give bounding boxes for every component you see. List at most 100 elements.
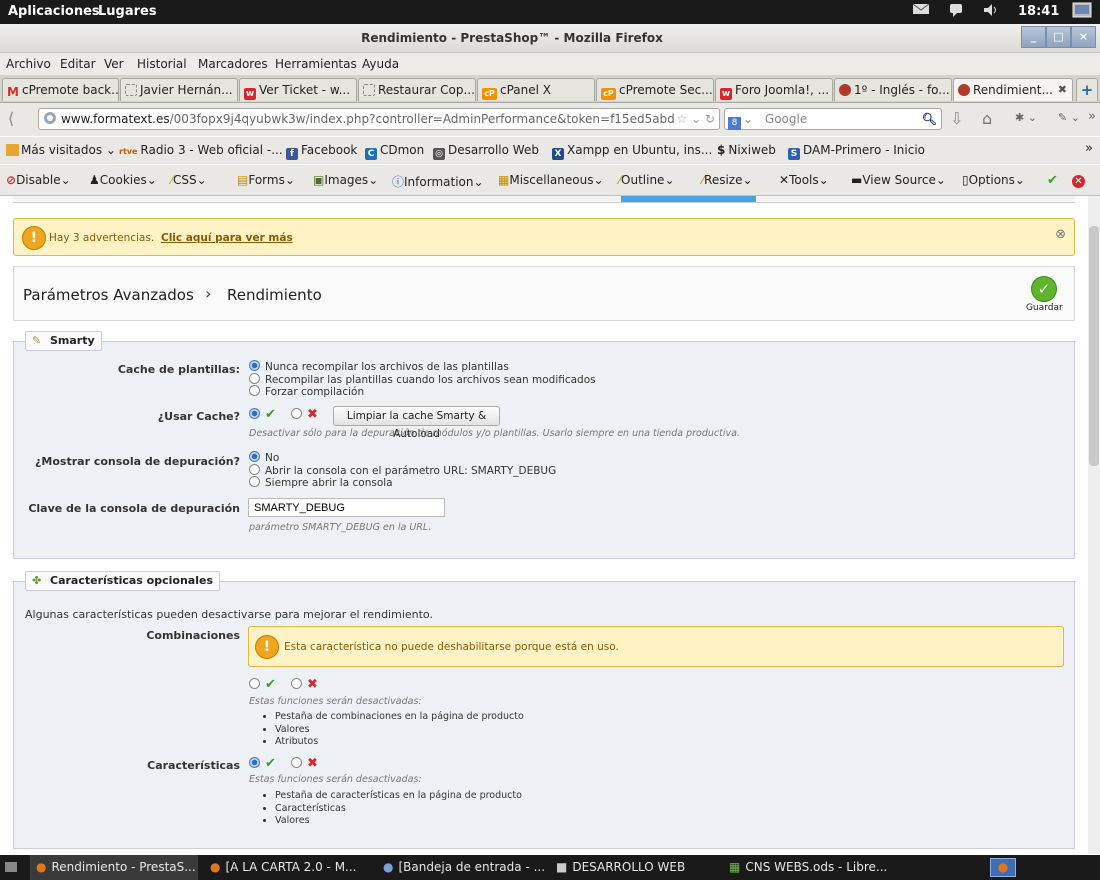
radio-button[interactable] <box>249 476 260 487</box>
tab-rendimiento[interactable]: Rendimient... ✖ <box>953 78 1073 101</box>
tab-ver-ticket[interactable]: w Ver Ticket - w... <box>239 78 357 101</box>
search-go-icon[interactable]: 🔍︎ <box>922 109 937 129</box>
url-bar[interactable]: www.formatext.es/003fopx9j4qyubwk3w/inde… <box>38 108 720 130</box>
home-icon[interactable]: ⌂ <box>982 109 992 128</box>
show-desktop-icon[interactable] <box>1072 2 1092 22</box>
radio-button[interactable] <box>249 373 260 384</box>
volume-icon[interactable] <box>982 2 1000 21</box>
show-desktop-icon[interactable] <box>4 856 18 881</box>
cache-option-force[interactable]: Forzar compilación <box>249 385 364 398</box>
debug-option-no[interactable]: No <box>249 451 279 464</box>
taskbar-item-a-la-carta[interactable]: ● [A LA CARTA 2.0 - M... <box>210 855 357 880</box>
validate-error-icon[interactable]: ✕ <box>1072 173 1085 188</box>
dev-options[interactable]: ▯Options⌄ <box>962 173 1025 187</box>
minimize-button[interactable]: _ <box>1021 26 1046 48</box>
warning-link[interactable]: Clic aquí para ver más <box>161 232 293 244</box>
close-tab-icon[interactable]: ✖ <box>1058 79 1067 101</box>
save-icon[interactable]: ✓ <box>1031 276 1057 302</box>
dev-css[interactable]: ⁄CSS⌄ <box>171 173 207 187</box>
use-cache-no[interactable]: ✖ <box>291 407 318 422</box>
bookmark-desarrollo-web[interactable]: ◎ Desarrollo Web <box>433 143 539 160</box>
tab-javier-hernan[interactable]: Javier Hernán... <box>120 78 238 101</box>
dev-resize[interactable]: ⁄Resize⌄ <box>702 173 753 187</box>
tab-cpanel[interactable]: cP cPanel X <box>477 78 595 101</box>
applications-menu[interactable]: Aplicaciones <box>8 4 100 19</box>
dev-information[interactable]: ⓘInformation⌄ <box>392 173 484 190</box>
taskbar-item-desarrollo[interactable]: ■ DESARROLLO WEB <box>556 855 685 880</box>
dev-forms[interactable]: ▤Forms⌄ <box>237 173 295 187</box>
bookmarks-overflow-icon[interactable]: » <box>1085 141 1093 156</box>
site-identity-icon[interactable] <box>43 112 57 126</box>
dev-cookies[interactable]: ♟Cookies⌄ <box>89 173 157 187</box>
bookmark-mas-visitados[interactable]: Más visitados ⌄ <box>6 143 116 157</box>
tool-icon[interactable]: ✎ ⌄ <box>1058 111 1080 124</box>
radio-button[interactable] <box>249 757 260 768</box>
taskbar-item-cns-webs[interactable]: ▦ CNS WEBS.ods - Libre... <box>729 855 887 880</box>
taskbar-item-rendimiento[interactable]: ● Rendimiento - PrestaS... <box>30 855 198 880</box>
radio-button[interactable] <box>249 360 260 371</box>
maximize-button[interactable]: □ <box>1046 26 1071 48</box>
chat-icon[interactable] <box>948 2 966 21</box>
tab-restaurar[interactable]: Restaurar Cop... <box>358 78 476 101</box>
radio-button[interactable] <box>249 678 260 689</box>
radio-button[interactable] <box>291 757 302 768</box>
close-window-button[interactable]: × <box>1071 26 1096 48</box>
tab-ingles[interactable]: 1º - Inglés - fo... <box>834 78 952 101</box>
debug-key-input[interactable] <box>248 498 445 517</box>
taskbar-item-bandeja[interactable]: ● [Bandeja de entrada - ... <box>383 855 545 880</box>
close-warning-icon[interactable]: ⊗ <box>1055 227 1066 242</box>
bookmark-star-icon[interactable]: ☆ ⌄ ↻ <box>673 109 715 129</box>
dev-disable[interactable]: ⊘Disable⌄ <box>6 173 71 187</box>
bookmark-nixiweb[interactable]: $ Nixiweb <box>717 143 776 157</box>
radio-button[interactable] <box>249 451 260 462</box>
workspace-switcher[interactable]: ● <box>990 858 1016 877</box>
breadcrumb-parent[interactable]: Parámetros Avanzados <box>23 286 194 304</box>
debug-option-always[interactable]: Siempre abrir la consola <box>249 476 393 489</box>
menu-marcadores[interactable]: Marcadores <box>198 57 268 71</box>
features-no[interactable]: ✖ <box>291 756 318 771</box>
places-menu[interactable]: Lugares <box>98 4 157 19</box>
cache-option-never[interactable]: Nunca recompilar los archivos de las pla… <box>249 360 509 373</box>
scrollbar-thumb[interactable] <box>1089 226 1099 466</box>
tab-foro-joomla[interactable]: w Foro Joomla!, ... <box>715 78 833 101</box>
downloads-icon[interactable]: ⇩ <box>950 109 963 128</box>
search-engine-icon[interactable]: 8 <box>728 117 741 130</box>
menu-ayuda[interactable]: Ayuda <box>362 57 399 71</box>
dev-images[interactable]: ▣Images⌄ <box>313 173 378 187</box>
menu-herramientas[interactable]: Herramientas <box>275 57 357 71</box>
dev-tools[interactable]: ✕Tools⌄ <box>779 173 829 187</box>
radio-button[interactable] <box>291 408 302 419</box>
clear-cache-button[interactable]: Limpiar la cache Smarty & Autoload <box>333 406 500 440</box>
bookmark-cdmon[interactable]: C CDmon <box>365 143 424 160</box>
radio-button[interactable] <box>249 464 260 475</box>
validate-ok-icon[interactable]: ✔ <box>1047 173 1058 188</box>
combinations-yes[interactable]: ✔ <box>249 677 276 692</box>
radio-button[interactable] <box>291 678 302 689</box>
clock[interactable]: 18:41 <box>1018 4 1059 19</box>
dev-miscellaneous[interactable]: ▦Miscellaneous⌄ <box>498 173 604 187</box>
radio-button[interactable] <box>249 385 260 396</box>
new-tab-button[interactable]: + <box>1076 78 1098 101</box>
tab-cpremote-sec[interactable]: cP cPremote Sec... <box>596 78 714 101</box>
search-input[interactable]: 8 ⌄ Google 🔍︎ <box>724 108 942 130</box>
combinations-no[interactable]: ✖ <box>291 677 318 692</box>
tab-cpremote-back[interactable]: McPremote back... <box>2 78 119 101</box>
addon-icon[interactable]: ✱ ⌄ <box>1015 111 1037 124</box>
bookmark-xampp[interactable]: X Xampp en Ubuntu, ins... <box>552 143 712 160</box>
mail-icon[interactable] <box>912 2 930 19</box>
save-button-label[interactable]: Guardar <box>1026 303 1063 313</box>
menu-archivo[interactable]: Archivo <box>6 57 51 71</box>
bookmark-radio3[interactable]: rtve Radio 3 - Web oficial -... <box>119 143 283 157</box>
menu-historial[interactable]: Historial <box>137 57 187 71</box>
radio-button[interactable] <box>249 408 260 419</box>
bookmark-dam[interactable]: S DAM-Primero - Inicio <box>788 143 925 160</box>
overflow-icon[interactable]: » <box>1088 109 1096 124</box>
dev-view-source[interactable]: ▬View Source⌄ <box>851 173 946 187</box>
menu-ver[interactable]: Ver <box>104 57 124 71</box>
dev-outline[interactable]: ⁄Outline⌄ <box>619 173 675 187</box>
features-yes[interactable]: ✔ <box>249 756 276 771</box>
back-icon[interactable]: ⟨ <box>8 109 14 128</box>
bookmark-facebook[interactable]: f Facebook <box>286 143 357 160</box>
use-cache-yes[interactable]: ✔ <box>249 407 276 422</box>
menu-editar[interactable]: Editar <box>60 57 96 71</box>
